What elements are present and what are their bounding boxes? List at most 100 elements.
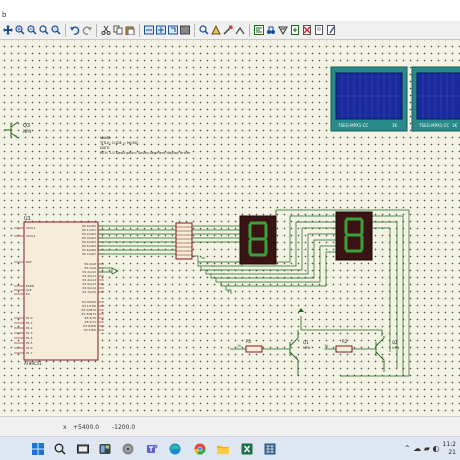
- toolbar-separator: [139, 23, 140, 37]
- file-explorer-icon[interactable]: [215, 441, 231, 457]
- pick-device-icon[interactable]: [198, 24, 209, 36]
- windows-start-icon[interactable]: [30, 441, 46, 457]
- r1-label: R1: [246, 339, 252, 344]
- toolbar-separator: [96, 23, 97, 37]
- clock-date: 21: [448, 449, 456, 456]
- excel-icon[interactable]: [239, 441, 255, 457]
- clock[interactable]: 11:2 21: [443, 441, 456, 457]
- seven-segment-display-2[interactable]: [335, 211, 373, 261]
- text-line-1: NAME:: [100, 136, 111, 140]
- microcontroller-u1[interactable]: U1 AT89C51 XTAL1XTAL2RSTPSENALEEAP1.0P1.…: [14, 216, 104, 366]
- u1-left-pin-label: P1.2: [26, 326, 33, 330]
- status-bar: x +5400.0 -1200.0: [0, 416, 460, 436]
- q1-part: NPN: [303, 346, 311, 350]
- packaging-icon[interactable]: [222, 24, 233, 36]
- q2-part: NPN: [392, 346, 400, 350]
- u1-left-pin-label: XTAL2: [26, 234, 35, 238]
- r2-value: 1k: [324, 344, 329, 348]
- coord-x-value: +5400.0: [73, 424, 100, 431]
- teams-icon[interactable]: [144, 441, 160, 457]
- u1-left-pin-label: P1.3: [26, 331, 33, 335]
- system-tray[interactable]: ⌃ ☁ ▰ ◐: [404, 444, 439, 453]
- lcd-module-2[interactable]: 7SEG-MPX1-CC 1K: [411, 66, 460, 132]
- block-delete-icon[interactable]: [179, 24, 190, 36]
- cut-icon[interactable]: [100, 24, 111, 36]
- lcd1-caption: 7SEG-MPX1-CC: [338, 123, 369, 128]
- make-device-icon[interactable]: [210, 24, 221, 36]
- lcd2-value: 1K: [452, 123, 458, 128]
- goto-sheet-icon[interactable]: [313, 24, 324, 36]
- paste-icon[interactable]: [124, 24, 135, 36]
- zoom-fit-icon[interactable]: [38, 24, 49, 36]
- resistor-r1[interactable]: R1 1k: [230, 339, 290, 353]
- block-copy-icon[interactable]: [143, 24, 154, 36]
- proteus-icon[interactable]: [262, 441, 278, 457]
- q2-label: Q2: [392, 340, 398, 345]
- text-line-3: DATE:: [100, 146, 110, 150]
- u1-left-pin-label: P1.0: [26, 316, 33, 320]
- lcd-module-1[interactable]: 7SEG-MPX1-CC 1K: [330, 66, 408, 132]
- block-rotate-icon[interactable]: [167, 24, 178, 36]
- windows-taskbar: ⌃ ☁ ▰ ◐ 11:2 21: [0, 436, 460, 460]
- u1-right-pin-label: P3.7/RD: [84, 328, 97, 332]
- power-terminal[interactable]: [298, 308, 383, 336]
- new-sheet-icon[interactable]: [289, 24, 300, 36]
- u1-left-pin-label: P1.5: [26, 341, 33, 345]
- u1-left-pin-label: P1.4: [26, 336, 33, 340]
- seven-segment-display-1[interactable]: [239, 215, 277, 265]
- text-line-4: REV: 1.0 Description: Seven-segment disp…: [100, 151, 191, 155]
- undo-icon[interactable]: [69, 24, 80, 36]
- zoom-out-icon[interactable]: [26, 24, 37, 36]
- transistor-q3[interactable]: Q3 NPN: [4, 121, 31, 139]
- text-line-2: TITLE: CODE = MUSIC: [99, 141, 139, 145]
- wire-autorouter-icon[interactable]: [253, 24, 264, 36]
- u1-left-pin-label: RST: [26, 260, 32, 264]
- u1-left-pin-label: P1.1: [26, 321, 33, 325]
- u1-right-pin-label: P0.7/AD7: [82, 252, 96, 256]
- resistor-pack[interactable]: [175, 222, 193, 260]
- toolbar: [0, 21, 460, 40]
- chrome-icon[interactable]: [120, 441, 136, 457]
- transistor-q1[interactable]: Q1 NPN: [289, 330, 311, 376]
- u1-left-pin-label: XTAL1: [26, 226, 35, 230]
- schematic-canvas[interactable]: 7SEG-MPX1-CC 1K 7SEG-MPX1-CC 1K Q3 NPN N…: [0, 40, 460, 416]
- r2-label: R2: [342, 339, 348, 344]
- menu-bar: b: [0, 0, 460, 21]
- lcd2-caption: 7SEG-MPX1-CC: [419, 123, 450, 128]
- u1-left-pin-label: P1.7: [26, 351, 33, 355]
- move-icon[interactable]: [2, 24, 13, 36]
- proteus-window: b 7SEG-MPX1-CC 1K 7SEG-MPX1-CC 1K Q3 NPN…: [0, 0, 460, 460]
- widgets-icon[interactable]: [97, 441, 113, 457]
- toolbar-separator: [194, 23, 195, 37]
- zoom-in-icon[interactable]: [14, 24, 25, 36]
- toolbar-separator: [249, 23, 250, 37]
- resistor-r2[interactable]: R2 1k: [324, 339, 376, 353]
- u1-label: U1: [24, 216, 31, 222]
- menu-fragment[interactable]: b: [2, 11, 6, 19]
- coord-x-label: x: [63, 424, 67, 431]
- schematic-drawing: 7SEG-MPX1-CC 1K 7SEG-MPX1-CC 1K Q3 NPN N…: [4, 66, 460, 377]
- remove-sheet-icon[interactable]: [301, 24, 312, 36]
- search-tag-icon[interactable]: [265, 24, 276, 36]
- search-icon[interactable]: [52, 441, 68, 457]
- block-move-icon[interactable]: [155, 24, 166, 36]
- task-view-icon[interactable]: [75, 441, 91, 457]
- title-text-block[interactable]: NAME: TITLE: CODE = MUSIC DATE: REV: 1.0…: [99, 136, 191, 155]
- bill-of-materials-icon[interactable]: [325, 24, 336, 36]
- redo-icon[interactable]: [81, 24, 92, 36]
- chrome-profile-icon[interactable]: [192, 441, 208, 457]
- copy-icon[interactable]: [112, 24, 123, 36]
- clock-time: 11:2: [442, 441, 456, 448]
- transistor-q2[interactable]: Q2 NPN: [375, 336, 400, 372]
- decompose-icon[interactable]: [234, 24, 245, 36]
- r1-value: 1k: [237, 344, 242, 348]
- u1-right-pins: P0.0/AD0P0.1/AD1P0.2/AD2P0.3/AD3P0.4/AD4…: [82, 224, 104, 332]
- u1-left-pin-label: P1.6: [26, 346, 33, 350]
- edge-icon[interactable]: [167, 441, 183, 457]
- property-assign-icon[interactable]: [277, 24, 288, 36]
- q1-label: Q1: [303, 340, 309, 345]
- u1-part: AT89C51: [24, 361, 42, 366]
- u1-right-pin-label: P2.7/A15: [83, 290, 97, 294]
- zoom-area-icon[interactable]: [50, 24, 61, 36]
- toolbar-separator: [65, 23, 66, 37]
